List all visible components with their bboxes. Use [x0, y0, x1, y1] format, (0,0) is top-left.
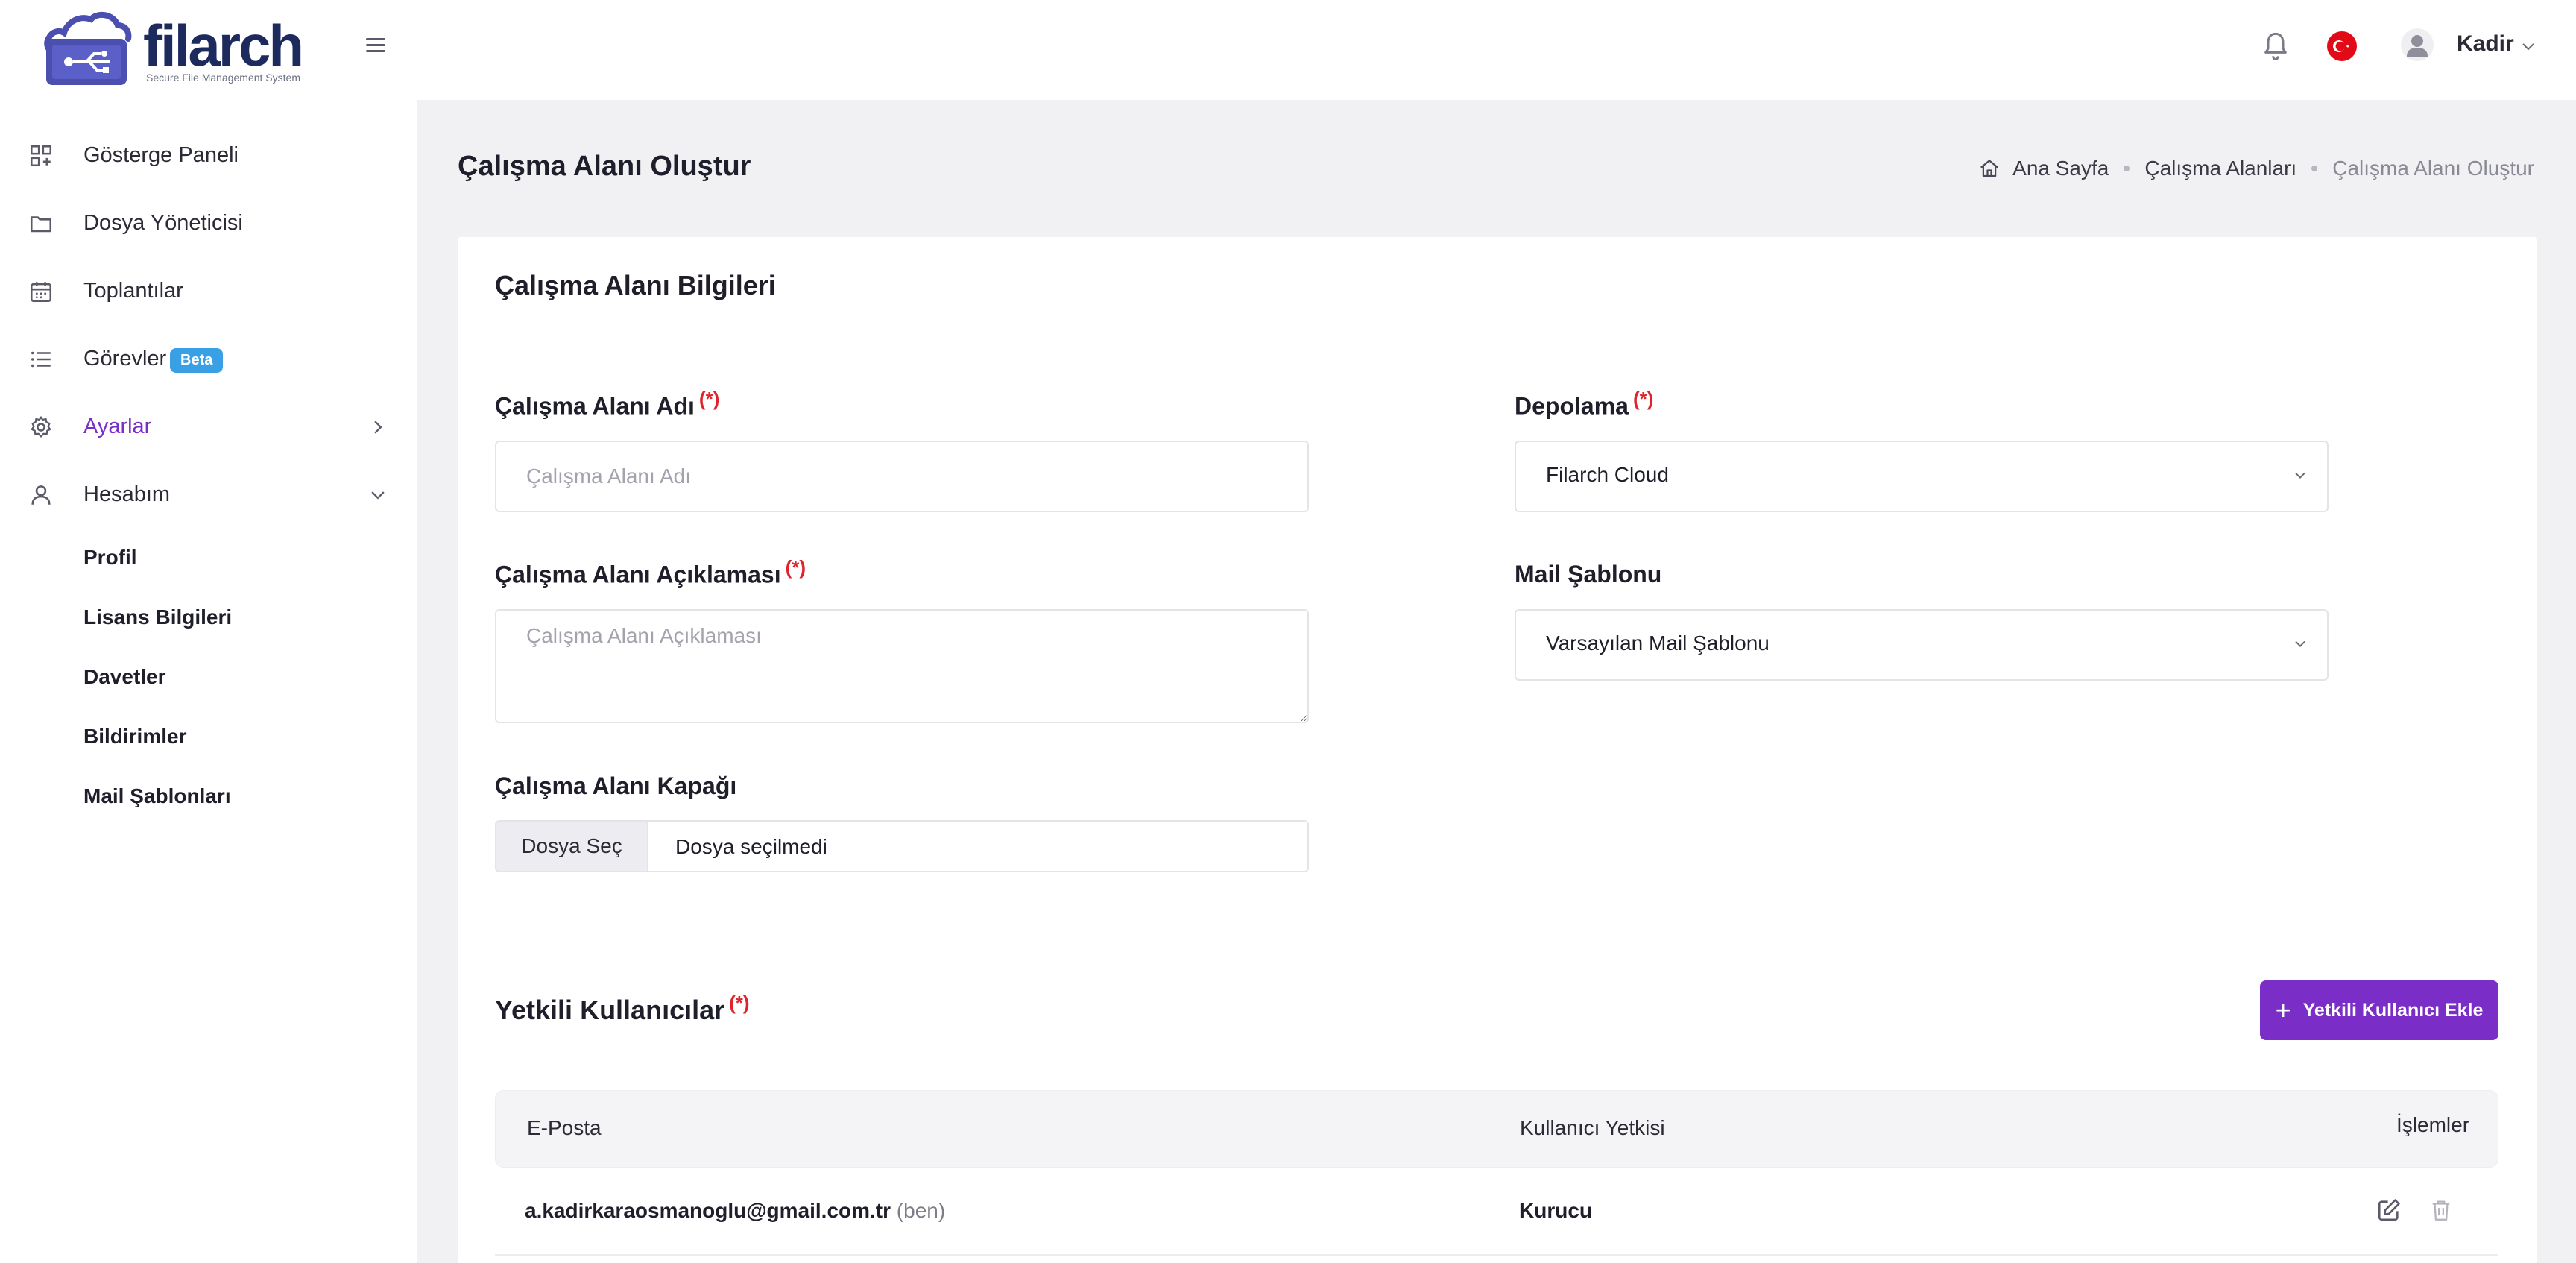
required-marker: (*): [785, 556, 806, 579]
turkish-flag-icon[interactable]: [2327, 31, 2357, 61]
chevron-down-icon: [371, 491, 385, 500]
breadcrumb-current: Çalışma Alanı Oluştur: [2332, 157, 2534, 180]
user-role: Kurucu: [1519, 1199, 1592, 1222]
workspace-name-label-text: Çalışma Alanı Adı: [495, 392, 695, 420]
mail-template-select[interactable]: Varsayılan Mail Şablonu: [1515, 609, 2329, 681]
trash-icon[interactable]: [2428, 1197, 2454, 1223]
workspace-name-input[interactable]: [495, 441, 1309, 512]
workspace-description-label: Çalışma Alanı Açıklaması (*): [495, 556, 806, 589]
table-header: E-Posta Kullanıcı Yetkisi İşlemler: [495, 1090, 2498, 1168]
file-status-text: Dosya seçilmedi: [675, 835, 827, 858]
authorized-users-title-text: Yetkili Kullanıcılar: [495, 995, 725, 1025]
required-marker: (*): [698, 388, 720, 410]
storage-label: Depolama (*): [1515, 388, 1653, 421]
home-icon[interactable]: [1978, 157, 2001, 180]
sidebar-subitem-profile[interactable]: Profil: [83, 546, 137, 570]
sidebar-item-label: Toplantılar: [83, 279, 183, 303]
workspace-description-label-text: Çalışma Alanı Açıklaması: [495, 561, 781, 588]
sidebar-item-label: Dosya Yöneticisi: [83, 211, 243, 235]
breadcrumb-home[interactable]: Ana Sayfa: [2012, 157, 2109, 180]
required-marker: (*): [729, 992, 750, 1014]
sidebar-item-label: Gösterge Paneli: [83, 143, 239, 167]
section-title-workspace-info: Çalışma Alanı Bilgileri: [495, 270, 776, 300]
cloud-folder-logo-icon: [44, 11, 132, 85]
storage-select-value: Filarch Cloud: [1546, 463, 1669, 486]
add-authorized-user-button-label: Yetkili Kullanıcı Ekle: [2302, 999, 2484, 1021]
sidebar-subitem-invitations[interactable]: Davetler: [83, 665, 166, 689]
plus-icon: +: [2275, 995, 2291, 1025]
workspace-name-label: Çalışma Alanı Adı (*): [495, 388, 719, 421]
user-permission-cell: Kurucu: [1519, 1199, 1592, 1223]
breadcrumb-workspaces[interactable]: Çalışma Alanları: [2144, 157, 2296, 180]
top-header: filarch Secure File Management System Ka…: [0, 0, 2576, 100]
chevron-down-icon[interactable]: [2521, 39, 2536, 54]
column-header-permission: Kullanıcı Yetkisi: [1520, 1116, 1665, 1139]
logo-tagline: Secure File Management System: [146, 72, 300, 84]
gear-icon: [31, 416, 51, 438]
workspace-cover-file-input[interactable]: Dosya Seç Dosya seçilmedi: [495, 820, 1309, 872]
logo-wordmark: filarch: [143, 13, 304, 78]
storage-label-text: Depolama: [1515, 392, 1629, 420]
user-icon: [2407, 35, 2428, 57]
chevron-right-icon: [374, 421, 382, 434]
sidebar-subitem-notifications[interactable]: Bildirimler: [83, 725, 186, 749]
page-title: Çalışma Alanı Oluştur: [458, 151, 751, 182]
chevron-down-icon: [2295, 472, 2305, 479]
storage-select[interactable]: Filarch Cloud: [1515, 441, 2329, 512]
sidebar-item-label: Ayarlar: [83, 415, 152, 438]
user-avatar[interactable]: [2401, 28, 2434, 61]
list-icon: [31, 351, 51, 368]
folder-icon: [30, 216, 52, 233]
sidebar-item-label: Hesabım: [83, 482, 171, 506]
sidebar-item-label: Görevler: [83, 347, 167, 371]
filarch-logo[interactable]: filarch Secure File Management System: [42, 6, 304, 88]
section-title-authorized-users: Yetkili Kullanıcılar (*): [495, 992, 750, 1026]
mail-template-select-value: Varsayılan Mail Şablonu: [1546, 632, 1770, 655]
chevron-down-icon: [2295, 640, 2305, 647]
sidebar: Gösterge Paneli Dosya Yöneticisi Toplant…: [0, 100, 417, 1263]
sidebar-item-account[interactable]: Hesabım: [0, 469, 417, 521]
menu-toggle-icon[interactable]: [364, 34, 388, 58]
dashboard-icon: [30, 145, 52, 167]
workspace-cover-label: Çalışma Alanı Kapağı: [495, 772, 737, 799]
sidebar-item-tasks[interactable]: Görevler Beta: [0, 333, 417, 385]
notification-bell-icon[interactable]: [2261, 30, 2291, 63]
edit-icon[interactable]: [2376, 1197, 2402, 1223]
choose-file-button[interactable]: Dosya Seç: [496, 822, 648, 871]
sidebar-item-dashboard[interactable]: Gösterge Paneli: [0, 130, 417, 182]
column-header-email: E-Posta: [527, 1116, 602, 1139]
sidebar-item-meetings[interactable]: Toplantılar: [0, 265, 417, 318]
table-row: a.kadirkaraosmanoglu@gmail.com.tr (ben) …: [495, 1168, 2498, 1256]
beta-badge: Beta: [170, 348, 224, 373]
sidebar-item-settings[interactable]: Ayarlar: [0, 401, 417, 453]
mail-template-label: Mail Şablonu: [1515, 561, 1662, 588]
sidebar-item-file-manager[interactable]: Dosya Yöneticisi: [0, 198, 417, 250]
required-marker: (*): [1632, 388, 1654, 410]
user-email: a.kadirkaraosmanoglu@gmail.com.tr: [525, 1199, 891, 1222]
calendar-icon: [30, 282, 52, 303]
breadcrumb-separator: [2311, 166, 2318, 171]
breadcrumb-separator: [2124, 166, 2130, 171]
column-header-actions: İşlemler: [2396, 1113, 2470, 1136]
user-email-cell: a.kadirkaraosmanoglu@gmail.com.tr (ben): [525, 1199, 945, 1223]
user-name[interactable]: Kadir: [2457, 31, 2514, 57]
self-indicator: (ben): [896, 1199, 946, 1222]
workspace-description-textarea[interactable]: [495, 609, 1309, 723]
sidebar-subitem-mail-templates[interactable]: Mail Şablonları: [83, 784, 231, 808]
breadcrumb: Ana Sayfa Çalışma Alanları Çalışma Alanı…: [1978, 157, 2534, 180]
add-authorized-user-button[interactable]: + Yetkili Kullanıcı Ekle: [2260, 980, 2498, 1040]
person-icon: [31, 485, 51, 505]
sidebar-subitem-license[interactable]: Lisans Bilgileri: [83, 605, 232, 629]
